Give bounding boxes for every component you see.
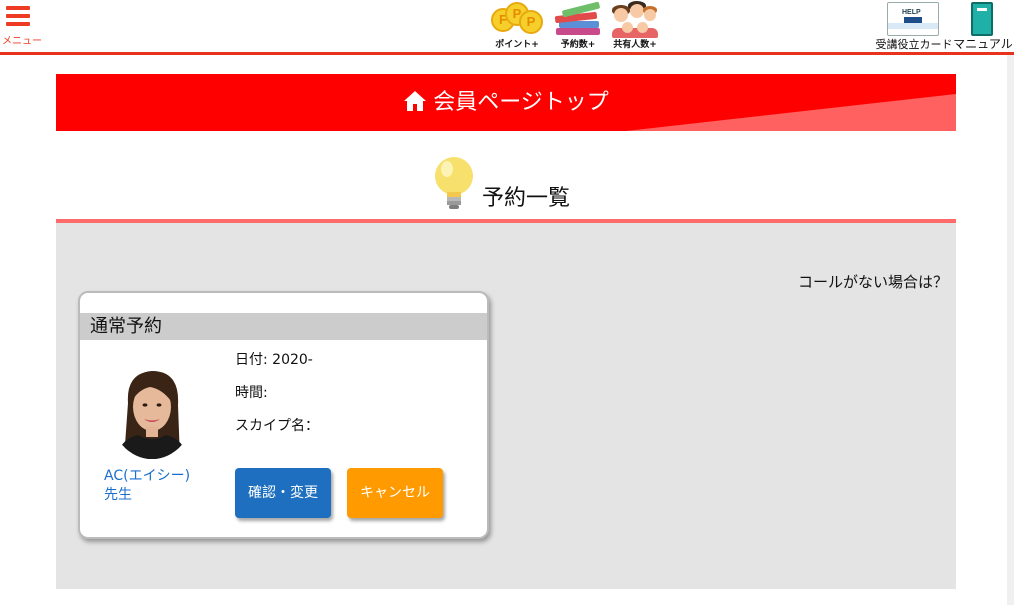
teacher-suffix: 先生 (104, 487, 132, 503)
lightbulb-icon (435, 157, 473, 209)
menu-button[interactable]: メニュー (2, 6, 42, 47)
teacher-avatar[interactable] (110, 363, 194, 459)
help-card-label: 受講役立カード (875, 38, 953, 51)
menu-label: メニュー (2, 36, 42, 47)
page-title-text: 会員ページトップ (433, 90, 609, 115)
manual-label: マニュアル (953, 37, 1013, 51)
reservation-date: 日付: 2020- (235, 352, 313, 368)
scrollbar-track[interactable] (1007, 55, 1014, 605)
manual-book-icon (971, 2, 993, 36)
page-title: 会員ページトップ (56, 74, 956, 131)
teacher-name-link[interactable]: AC(エイシー) 先生 (104, 467, 190, 505)
points-button[interactable]: F P P ポイント+ (487, 0, 547, 52)
shared-people-button[interactable]: 共有人数+ (608, 0, 662, 52)
hamburger-icon-line (6, 14, 30, 18)
no-call-help-link[interactable]: コールがない場合は？ (798, 271, 948, 292)
confirm-change-button[interactable]: 確認・変更 (235, 468, 331, 518)
reservation-card: 通常予約 AC(エイシー) 先生 日付: 2020- 時間: スカイプ名： 確認… (78, 291, 489, 539)
teacher-name: AC(エイシー) (104, 468, 191, 484)
hamburger-icon-line (6, 22, 30, 26)
help-card-icon: HELP (887, 2, 939, 36)
shared-people-label: 共有人数+ (613, 40, 657, 50)
reservation-type: 通常予約 (80, 313, 487, 340)
reservations-count-button[interactable]: 予約数+ (550, 0, 606, 52)
reservations-panel: コールがない場合は？ 通常予約 AC(エイシー) 先生 日付: 2020- 時間… (56, 223, 956, 589)
cancel-reservation-button[interactable]: キャンセル (347, 468, 443, 518)
points-label: ポイント+ (495, 40, 539, 50)
page-banner: 会員ページトップ (56, 74, 956, 131)
hamburger-icon (6, 6, 30, 10)
help-card-text: HELP (902, 9, 921, 16)
reservations-count-label: 予約数+ (560, 40, 596, 50)
home-icon (404, 91, 427, 111)
help-card-button[interactable]: HELP 受講役立カード (872, 0, 956, 52)
reservation-time: 時間: (235, 385, 268, 401)
skype-name: スカイプ名： (235, 418, 319, 434)
header-divider (0, 52, 1014, 55)
top-navigation-bar: メニュー F P P ポイント+ 予約数+ 共有人数+ HELP 受講役立カード… (0, 0, 1014, 54)
manual-button[interactable]: マニュアル (953, 0, 1013, 52)
section-title: 予約一覧 (482, 186, 571, 211)
